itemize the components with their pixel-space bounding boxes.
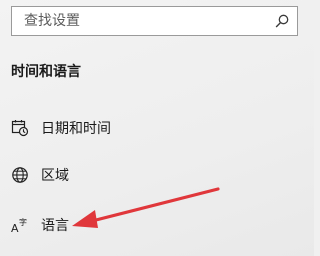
nav-item-label: 语言 xyxy=(41,218,69,234)
language-icon: A 字 xyxy=(11,216,29,235)
svg-text:字: 字 xyxy=(19,217,27,227)
calendar-clock-icon xyxy=(11,119,29,137)
section-title: 时间和语言 xyxy=(11,64,81,80)
nav-item-label: 日期和时间 xyxy=(41,121,111,137)
search-box[interactable] xyxy=(11,6,298,36)
search-icon[interactable] xyxy=(274,13,290,29)
nav-item-label: 区域 xyxy=(41,168,69,184)
svg-text:A: A xyxy=(11,222,19,234)
globe-icon xyxy=(11,166,29,184)
settings-panel: 时间和语言 日期和时间 区域 xyxy=(0,0,314,256)
nav-item-date-time[interactable]: 日期和时间 xyxy=(0,108,300,148)
search-input[interactable] xyxy=(12,7,274,35)
nav-item-language[interactable]: A 字 语言 xyxy=(0,205,300,245)
nav-item-region[interactable]: 区域 xyxy=(0,155,300,195)
